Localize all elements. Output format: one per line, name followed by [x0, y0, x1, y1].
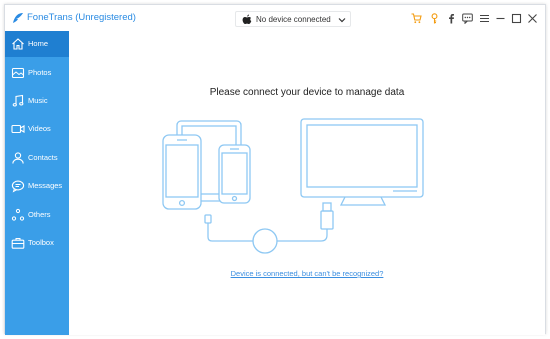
- others-icon: [11, 208, 25, 221]
- title-bar: FoneTrans (Unregistered) No device conne…: [5, 5, 545, 31]
- app-title: FoneTrans (Unregistered): [27, 12, 136, 23]
- sidebar-item-label: Contacts: [28, 153, 58, 162]
- sidebar-item-label: Videos: [28, 124, 51, 133]
- app-window: FoneTrans (Unregistered) No device conne…: [4, 4, 546, 335]
- sidebar-item-label: Others: [28, 210, 51, 219]
- photos-icon: [11, 67, 25, 79]
- sidebar-item-label: Music: [28, 96, 48, 105]
- maximize-icon[interactable]: [511, 13, 522, 24]
- sidebar-item-label: Home: [28, 39, 49, 48]
- sidebar-item-home[interactable]: Home: [5, 31, 69, 57]
- minimize-icon[interactable]: [495, 13, 506, 24]
- main-panel: Please connect your device to manage dat…: [69, 31, 545, 335]
- sidebar-item-label: Photos: [28, 68, 52, 77]
- device-not-recognized-link[interactable]: Device is connected, but can't be recogn…: [69, 269, 545, 278]
- sidebar: Home Photos Music Videos Contacts Messag…: [5, 31, 69, 335]
- messages-icon: [11, 180, 25, 193]
- sidebar-item-others[interactable]: Others: [5, 202, 69, 228]
- sidebar-item-photos[interactable]: Photos: [5, 60, 69, 86]
- key-icon[interactable]: [429, 13, 440, 24]
- apple-icon: [242, 14, 252, 24]
- toolbox-icon: [11, 238, 25, 249]
- device-connection-illustration-icon: [162, 118, 424, 254]
- contacts-icon: [12, 152, 24, 164]
- sidebar-item-label: Toolbox: [28, 238, 54, 247]
- sidebar-item-music[interactable]: Music: [5, 88, 69, 114]
- fonetrans-logo-icon: [13, 13, 23, 23]
- chevron-down-icon[interactable]: [338, 16, 346, 24]
- device-selector[interactable]: No device connected: [235, 11, 351, 27]
- videos-icon: [11, 124, 25, 134]
- cart-icon[interactable]: [411, 13, 422, 24]
- chat-icon[interactable]: [462, 13, 473, 24]
- facebook-icon[interactable]: [446, 13, 457, 24]
- device-selector-label: No device connected: [256, 15, 331, 24]
- sidebar-item-contacts[interactable]: Contacts: [5, 145, 69, 171]
- music-icon: [12, 94, 24, 107]
- sidebar-item-label: Messages: [28, 181, 63, 190]
- menu-icon[interactable]: [479, 13, 490, 24]
- sidebar-item-messages[interactable]: Messages: [5, 173, 69, 199]
- close-icon[interactable]: [527, 13, 538, 24]
- sidebar-item-toolbox[interactable]: Toolbox: [5, 230, 69, 256]
- home-icon: [12, 38, 24, 50]
- connect-prompt-heading: Please connect your device to manage dat…: [209, 87, 405, 98]
- sidebar-item-videos[interactable]: Videos: [5, 116, 69, 142]
